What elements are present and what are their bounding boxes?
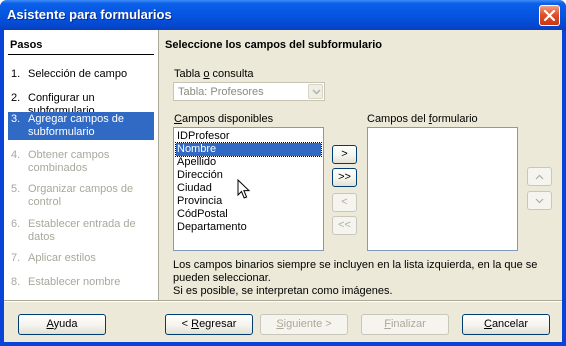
step-4: 4. Obtener campos combinados	[8, 149, 154, 175]
move-up-button[interactable]	[527, 167, 552, 186]
step-number: 5.	[11, 183, 21, 195]
add-all-fields-button[interactable]: >>	[332, 168, 357, 187]
window-title: Asistente para formularios	[7, 7, 172, 22]
step-8: 8. Establecer nombre	[8, 276, 154, 289]
step-number: 1.	[11, 68, 21, 80]
help-button[interactable]: Ayuda	[18, 314, 106, 335]
footer-divider-highlight	[4, 301, 562, 302]
list-item[interactable]: Apellido	[176, 156, 321, 169]
list-item[interactable]: IDProfesor	[176, 130, 321, 143]
step-number: 3.	[11, 113, 21, 125]
step-label: Aplicar estilos	[28, 252, 96, 264]
list-item[interactable]: Departamento	[176, 221, 321, 234]
note-line: Los campos binarios siempre se incluyen …	[173, 259, 538, 284]
steps-header: Pasos	[10, 39, 43, 51]
step-7: 7. Aplicar estilos	[8, 252, 154, 265]
available-fields-label: Campos disponibles	[174, 113, 274, 125]
add-field-button[interactable]: >	[332, 145, 357, 164]
step-label: Selección de campo	[28, 68, 128, 80]
steps-panel: Pasos 1. Selección de campo 2. Configura…	[4, 30, 158, 300]
close-button[interactable]	[539, 5, 560, 26]
chevron-down-icon	[535, 198, 544, 204]
step-label: Organizar campos de control	[28, 183, 134, 208]
step-label: Obtener campos combinados	[28, 149, 110, 174]
table-select-value: Tabla: Profesores	[178, 86, 264, 98]
form-fields-label: Campos del formulario	[367, 113, 478, 125]
step-number: 4.	[11, 149, 21, 161]
step-number: 2.	[11, 92, 21, 104]
chevron-down-icon	[312, 89, 321, 95]
step-label: Establecer entrada de datos	[28, 218, 136, 243]
table-select: Tabla: Profesores	[173, 82, 325, 101]
wizard-window: Asistente para formularios Pasos 1. Sele…	[0, 0, 566, 346]
steps-divider	[8, 54, 154, 55]
remove-all-fields-button[interactable]: <<	[332, 216, 357, 235]
title-bar[interactable]: Asistente para formularios	[0, 0, 566, 30]
chevron-up-icon	[535, 174, 544, 180]
table-label: Tabla o consulta	[174, 68, 254, 80]
form-fields-list[interactable]	[367, 127, 518, 251]
back-button[interactable]: < Regresar	[165, 314, 253, 335]
step-5: 5. Organizar campos de control	[8, 183, 154, 209]
step-label: Establecer nombre	[28, 276, 121, 288]
note-line: Si es posible, se interpretan como imáge…	[173, 285, 393, 297]
binary-fields-note: Los campos binarios siempre se incluyen …	[173, 259, 557, 298]
list-item-selected[interactable]: Nombre	[175, 142, 322, 157]
remove-field-button[interactable]: <	[332, 193, 357, 212]
dialog-client: Pasos 1. Selección de campo 2. Configura…	[4, 30, 562, 342]
step-1[interactable]: 1. Selección de campo	[8, 68, 154, 81]
list-item[interactable]: CódPostal	[176, 208, 321, 221]
step-3[interactable]: 3. Agregar campos de subformulario	[8, 112, 154, 140]
mouse-pointer-icon	[237, 179, 251, 199]
step-number: 7.	[11, 252, 21, 264]
cancel-button[interactable]: Cancelar	[462, 314, 550, 335]
table-select-dropdown	[308, 84, 323, 99]
step-6: 6. Establecer entrada de datos	[8, 218, 154, 244]
step-label: Agregar campos de subformulario	[28, 113, 124, 138]
step-number: 6.	[11, 218, 21, 230]
next-button[interactable]: Siguiente >	[260, 314, 348, 335]
finish-button[interactable]: Finalizar	[361, 314, 449, 335]
close-icon	[543, 9, 556, 22]
step-number: 8.	[11, 276, 21, 288]
page-title: Seleccione los campos del subformulario	[165, 39, 383, 51]
move-down-button[interactable]	[527, 191, 552, 210]
panel-divider	[158, 30, 159, 300]
